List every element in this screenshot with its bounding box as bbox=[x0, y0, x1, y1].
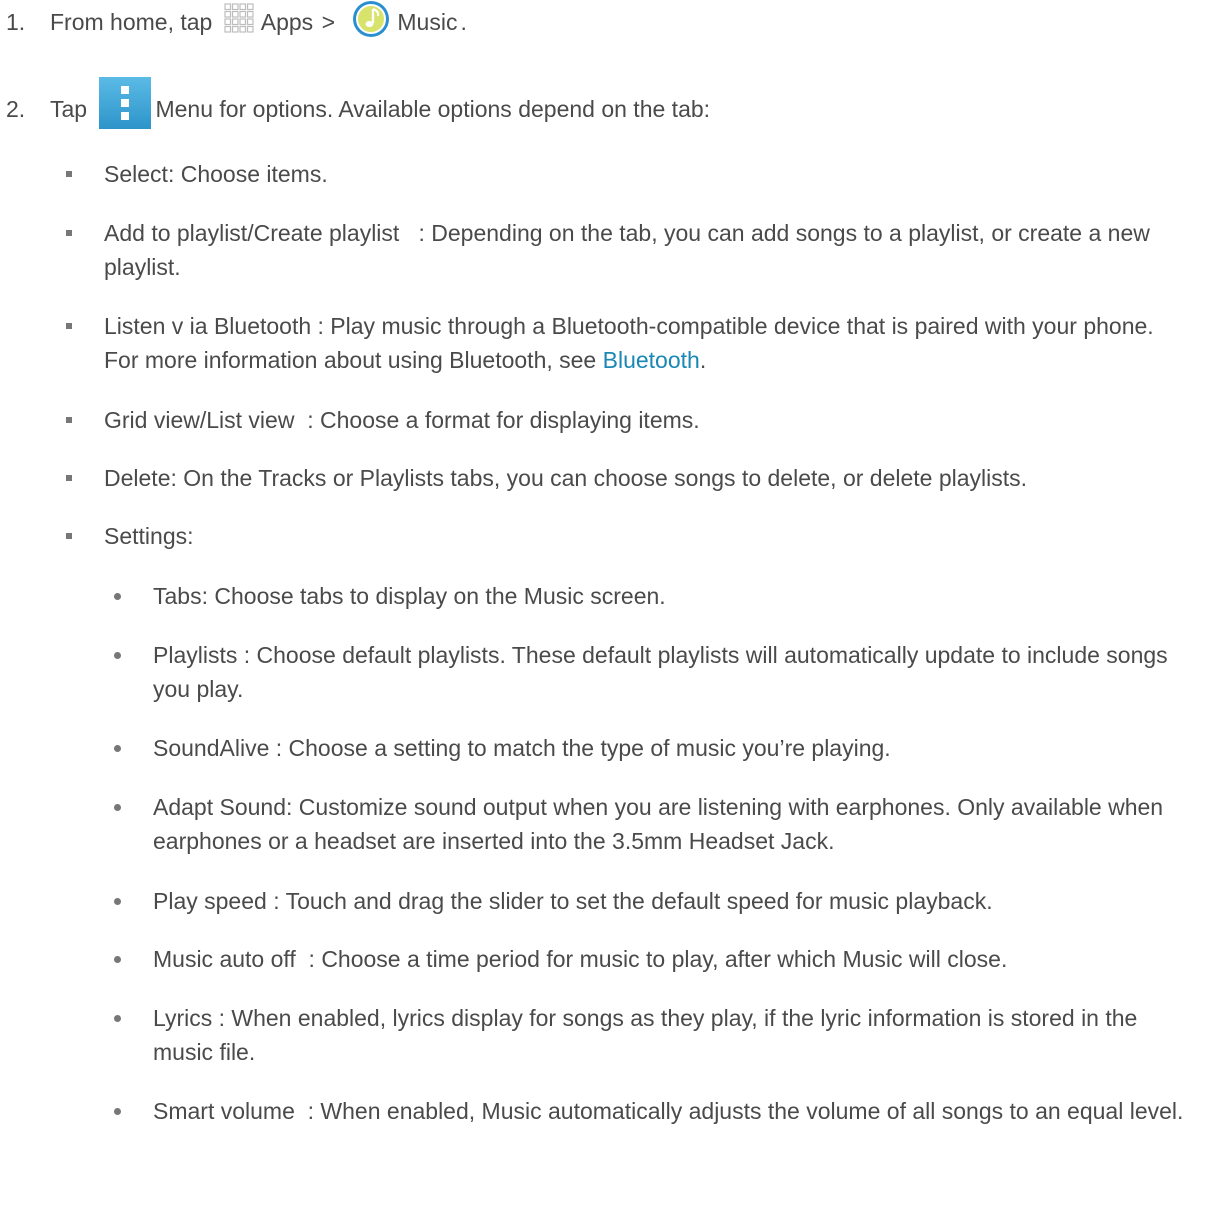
setting-text: : Choose default playlists. These defaul… bbox=[153, 642, 1168, 702]
setting-item-music-auto-off: Music auto off : Choose a time period fo… bbox=[114, 942, 1193, 976]
grid-cell bbox=[239, 3, 246, 11]
option-item-grid-list-view: Grid view/List view : Choose a format fo… bbox=[66, 403, 1194, 437]
grid-cell bbox=[224, 10, 231, 18]
setting-text: : Choose a time period for music to play… bbox=[295, 946, 1008, 972]
option-item-delete: Delete: On the Tracks or Playlists tabs,… bbox=[66, 461, 1194, 495]
music-label: Music bbox=[397, 9, 458, 36]
step-number: 2. bbox=[6, 96, 26, 123]
step-1: 1. From home, tap Apps > Music. bbox=[6, 1, 467, 44]
step-text: From home, tap bbox=[50, 9, 213, 36]
option-item-settings: Settings: bbox=[66, 519, 1194, 553]
option-text: : bbox=[187, 523, 194, 549]
round-bullet-icon bbox=[114, 745, 121, 752]
option-item-listen-via-bluetooth: Listen v ia Bluetooth : Play music throu… bbox=[66, 309, 1194, 377]
grid-cell bbox=[224, 25, 231, 33]
option-term: Listen v ia Bluetooth bbox=[104, 313, 312, 339]
setting-text: : When enabled, lyrics display for songs… bbox=[153, 1005, 1138, 1065]
setting-term: Smart volume bbox=[153, 1098, 295, 1124]
grid-cell bbox=[231, 3, 239, 11]
grid-cell bbox=[246, 10, 254, 18]
step-text: Tap bbox=[50, 96, 88, 123]
option-text: : Choose items. bbox=[167, 161, 328, 187]
setting-term: SoundAlive bbox=[153, 735, 270, 761]
option-term: Grid view/List view bbox=[104, 407, 295, 433]
setting-text: : Choose a setting to match the type of … bbox=[269, 735, 891, 761]
grid-cell bbox=[239, 18, 246, 26]
round-bullet-icon bbox=[114, 652, 121, 659]
option-text: : On the Tracks or Playlists tabs, you c… bbox=[170, 465, 1028, 491]
grid-cell bbox=[246, 3, 254, 11]
music-note-icon bbox=[353, 1, 390, 37]
square-bullet-icon bbox=[66, 171, 72, 177]
grid-cell bbox=[246, 18, 254, 26]
round-bullet-icon bbox=[114, 1015, 121, 1022]
setting-term: Music auto off bbox=[153, 946, 296, 972]
option-item-add-to-playlist: Add to playlist/Create playlist : Depend… bbox=[66, 216, 1194, 284]
grid-cell bbox=[246, 25, 254, 33]
option-term: Add to playlist/Create playlist bbox=[104, 220, 400, 246]
setting-item-adapt-sound: Adapt Sound: Customize sound output when… bbox=[114, 790, 1193, 858]
square-bullet-icon bbox=[66, 323, 72, 329]
round-bullet-icon bbox=[114, 956, 121, 963]
square-bullet-icon bbox=[66, 417, 72, 423]
setting-term: Tabs bbox=[153, 583, 202, 609]
setting-term: Adapt Sound bbox=[153, 794, 287, 820]
step-suffix: . bbox=[460, 9, 467, 36]
setting-text: : Touch and drag the slider to set the d… bbox=[266, 888, 993, 914]
option-term: Settings bbox=[104, 523, 188, 549]
setting-item-smart-volume: Smart volume : When enabled, Music autom… bbox=[114, 1094, 1193, 1128]
setting-item-soundalive: SoundAlive : Choose a setting to match t… bbox=[114, 731, 1193, 765]
grid-cell bbox=[231, 18, 239, 26]
grid-cell bbox=[231, 25, 239, 33]
setting-text: : When enabled, Music automatically adju… bbox=[294, 1098, 1184, 1124]
step-suffix: for options. Available options depend on… bbox=[219, 96, 711, 123]
setting-item-lyrics: Lyrics : When enabled, lyrics display fo… bbox=[114, 1001, 1193, 1069]
menu-dots-icon bbox=[99, 77, 152, 129]
help-page: 1. From home, tap Apps > Music. 2. Tap M… bbox=[0, 0, 1214, 1230]
round-bullet-icon bbox=[114, 804, 121, 811]
grid-cell bbox=[231, 10, 239, 18]
option-text-end: . bbox=[699, 347, 707, 373]
setting-item-tabs: Tabs: Choose tabs to display on the Musi… bbox=[114, 579, 1193, 613]
grid-cell bbox=[239, 10, 246, 18]
grid-cell bbox=[224, 3, 231, 11]
square-bullet-icon bbox=[66, 533, 72, 539]
round-bullet-icon bbox=[114, 593, 121, 600]
square-bullet-icon bbox=[66, 475, 72, 481]
apps-grid-icon bbox=[224, 3, 254, 33]
option-item-select: Select: Choose items. bbox=[66, 157, 1194, 191]
round-bullet-icon bbox=[114, 898, 121, 905]
setting-item-playlists: Playlists : Choose default playlists. Th… bbox=[114, 638, 1193, 706]
option-term: Select bbox=[104, 161, 168, 187]
setting-text: : Customize sound output when you are li… bbox=[153, 794, 1164, 854]
grid-cell bbox=[239, 25, 246, 33]
step-number: 1. bbox=[6, 9, 26, 36]
menu-label: Menu bbox=[155, 96, 214, 123]
setting-text: : Choose tabs to display on the Music sc… bbox=[201, 583, 666, 609]
bluetooth-link[interactable]: Bluetooth bbox=[603, 347, 700, 373]
step-2: 2. Tap Menu for options. Available option… bbox=[6, 77, 711, 137]
option-text: : Choose a format for displaying items. bbox=[294, 407, 700, 433]
round-bullet-icon bbox=[114, 1108, 121, 1115]
option-term: Delete bbox=[104, 465, 171, 491]
apps-label: Apps bbox=[260, 9, 314, 36]
square-bullet-icon bbox=[66, 230, 72, 236]
setting-item-play-speed: Play speed : Touch and drag the slider t… bbox=[114, 884, 1193, 918]
setting-term: Lyrics bbox=[153, 1005, 213, 1031]
setting-term: Play speed bbox=[153, 888, 267, 914]
setting-term: Playlists bbox=[153, 642, 238, 668]
grid-cell bbox=[224, 18, 231, 26]
separator: > bbox=[321, 9, 335, 36]
